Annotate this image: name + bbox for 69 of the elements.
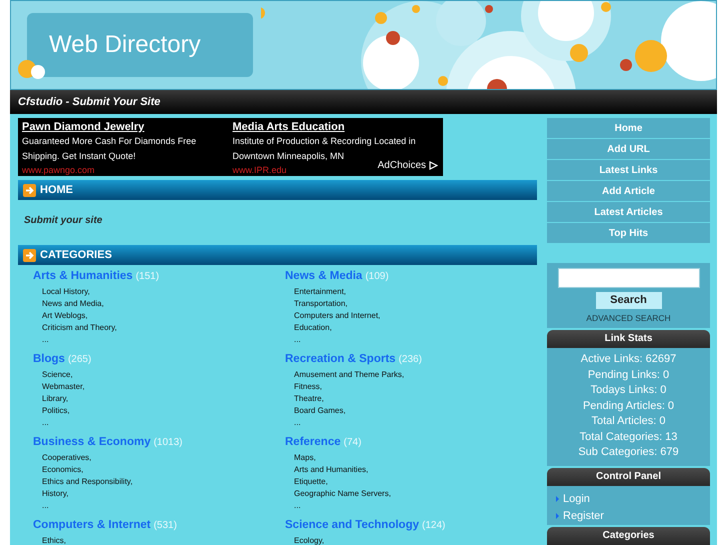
category-count: (151)	[136, 270, 160, 284]
ad-title-link[interactable]: Pawn Diamond Jewelry	[22, 120, 144, 134]
subcategory-link[interactable]: Local History,	[42, 286, 285, 298]
subcategory-link[interactable]: Ethics,	[42, 535, 285, 545]
subcategory-link[interactable]: ...	[42, 500, 285, 512]
ad-url-link[interactable]: www.pawngo.com	[22, 164, 95, 176]
stat-text: Todays Links: 0	[590, 383, 666, 398]
subcategory-link[interactable]: ...	[294, 500, 537, 512]
bullet-icon	[556, 513, 559, 520]
page-title: Cfstudio - Submit Your Site	[18, 94, 160, 110]
advanced-search-link[interactable]: ADVANCED SEARCH	[586, 312, 671, 325]
subcategory-link[interactable]: Cooperatives,	[42, 452, 285, 464]
section-title: CATEGORIES	[40, 248, 112, 263]
panel-title: Categories	[602, 529, 654, 544]
subcategory-link[interactable]: Entertainment,	[294, 286, 537, 298]
subcategory-link[interactable]: Geographic Name Servers,	[294, 488, 537, 500]
ad-url-link[interactable]: www.IPR.edu	[232, 164, 287, 176]
subcategory-link[interactable]: Computers and Internet,	[294, 310, 537, 322]
ad-title-link[interactable]: Media Arts Education	[232, 120, 345, 134]
subcategory-link[interactable]: ...	[294, 417, 537, 430]
intro-text: Submit your site	[24, 214, 104, 228]
subcategory-link[interactable]: ...	[42, 417, 285, 430]
category-count: (1013)	[154, 436, 182, 450]
subcategory-link[interactable]: Board Games,	[294, 405, 537, 418]
category-count: (236)	[398, 353, 422, 367]
subcategory-link[interactable]: Arts and Humanities,	[294, 464, 537, 476]
subcategory-link[interactable]: News and Media,	[42, 298, 285, 310]
category-count: (124)	[422, 519, 446, 533]
triangle-icon	[429, 161, 438, 170]
subcategory-link[interactable]: Fitness,	[294, 381, 537, 394]
category-count: (531)	[154, 519, 177, 533]
stat-text: Total Categories: 13	[580, 430, 678, 444]
subcategory-link[interactable]: ...	[42, 334, 285, 346]
category-count: (109)	[365, 270, 389, 284]
search-button[interactable]: Search	[596, 292, 662, 309]
subcategory-link[interactable]: Library,	[42, 393, 285, 406]
subcategory-link[interactable]: Art Weblogs,	[42, 310, 285, 322]
category-count: (74)	[344, 436, 362, 450]
subcategory-link[interactable]: Etiquette,	[294, 476, 537, 488]
subcategory-link[interactable]: Transportation,	[294, 298, 537, 310]
subcategory-link[interactable]: Criticism and Theory,	[42, 322, 285, 334]
arrow-icon	[23, 184, 36, 196]
search-field[interactable]	[558, 268, 700, 288]
stat-text: Total Articles: 0	[592, 414, 666, 429]
subcategory-link[interactable]: Politics,	[42, 405, 285, 418]
stat-text: Sub Categories: 679	[578, 445, 679, 460]
subcategory-link[interactable]: Theatre,	[294, 393, 537, 406]
section-title: HOME	[40, 182, 73, 198]
panel-title: Link Stats	[604, 332, 652, 346]
ad-description: Institute of Production & Recording Located in Downtown Minneapolis, MN	[232, 135, 416, 161]
ad-choices-link[interactable]: AdChoices	[378, 158, 438, 173]
subcategory-link[interactable]: ...	[294, 334, 537, 346]
subcategory-link[interactable]: Science,	[42, 369, 285, 382]
subcategory-link[interactable]: Maps,	[294, 452, 537, 464]
subcategory-link[interactable]: Amusement and Theme Parks,	[294, 369, 537, 382]
stat-text: Pending Links: 0	[588, 368, 670, 382]
bullet-icon	[556, 496, 559, 502]
subcategory-link[interactable]: History,	[42, 488, 285, 500]
stat-text: Pending Articles: 0	[582, 398, 674, 414]
subcategory-link[interactable]: Ethics and Responsibility,	[42, 476, 285, 488]
ad-description: Guaranteed More Cash For Diamonds Free Shipping. Get Instant Quote!	[22, 135, 198, 163]
subcategory-link[interactable]: Webmaster,	[42, 381, 285, 394]
subcategory-link[interactable]: Education,	[294, 322, 537, 334]
panel-title: Control Panel	[596, 470, 661, 484]
arrow-icon	[23, 248, 36, 262]
subcategory-link[interactable]: Ecology,	[294, 535, 537, 545]
category-count: (265)	[68, 353, 92, 367]
subcategory-link[interactable]: Economics,	[42, 464, 285, 476]
stat-text: Active Links: 62697	[580, 352, 676, 367]
